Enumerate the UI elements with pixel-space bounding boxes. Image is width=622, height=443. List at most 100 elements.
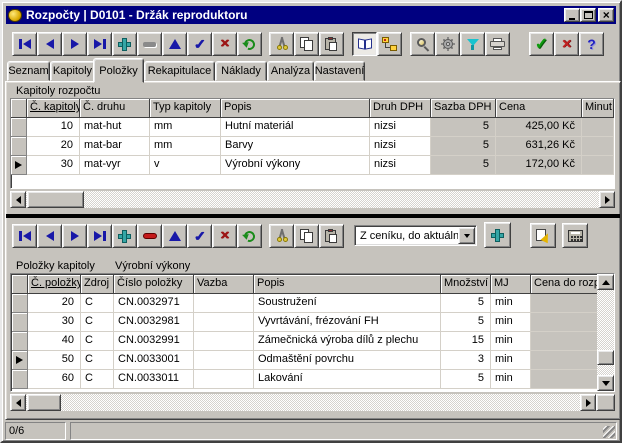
table-row[interactable]: 10 mat-hut mm Hutní materiál nizsi 5 425…: [11, 118, 614, 137]
search-button[interactable]: [410, 32, 435, 56]
cell[interactable]: min: [491, 313, 531, 332]
settings-button[interactable]: [435, 32, 460, 56]
cell[interactable]: 60: [28, 370, 81, 389]
cell[interactable]: 3: [441, 351, 491, 370]
cell[interactable]: 5: [431, 156, 496, 175]
cell[interactable]: Odmaštění povrchu: [254, 351, 441, 370]
cell[interactable]: 40: [28, 332, 81, 351]
cell[interactable]: [531, 351, 598, 370]
cancel-edit-button[interactable]: ×: [212, 32, 237, 56]
polozky-hscrollbar[interactable]: [10, 394, 596, 411]
linked-view-button[interactable]: [377, 32, 402, 56]
cell[interactable]: Vyvrtávání, frézování FH: [254, 313, 441, 332]
cell[interactable]: nizsi: [370, 118, 431, 137]
transfer-mode-select[interactable]: Z ceníku, do aktuáln: [354, 225, 477, 246]
column-header[interactable]: Č. položky: [28, 275, 81, 294]
scroll-thumb[interactable]: [597, 350, 614, 365]
cell[interactable]: [582, 137, 614, 156]
tab-rekapitulace[interactable]: Rekapitulace: [144, 61, 215, 81]
cell[interactable]: min: [491, 332, 531, 351]
column-header[interactable]: Zdroj: [81, 275, 114, 294]
cell[interactable]: min: [491, 351, 531, 370]
maximize-button[interactable]: [580, 8, 596, 22]
column-header[interactable]: Cena: [496, 99, 582, 118]
cell[interactable]: Hutní materiál: [221, 118, 370, 137]
cell[interactable]: [582, 156, 614, 175]
book-view-button[interactable]: [352, 32, 377, 56]
cell[interactable]: 15: [441, 332, 491, 351]
column-header[interactable]: Typ kapitoly: [150, 99, 221, 118]
tab-analyza[interactable]: Analýza: [267, 61, 314, 81]
table-row[interactable]: 20 mat-bar mm Barvy nizsi 5 631,26 Kč: [11, 137, 614, 156]
cell[interactable]: CN.0033001: [114, 351, 194, 370]
post-edit-button[interactable]: ✓: [187, 32, 212, 56]
cell[interactable]: C: [81, 294, 114, 313]
cell[interactable]: mat-hut: [80, 118, 150, 137]
column-header[interactable]: Číslo položky: [114, 275, 194, 294]
cell[interactable]: [531, 370, 598, 389]
scroll-track[interactable]: [10, 191, 615, 208]
cell[interactable]: [194, 313, 254, 332]
cell[interactable]: [531, 332, 598, 351]
cell[interactable]: CN.0032991: [114, 332, 194, 351]
cell[interactable]: Zámečnická výroba dílů z plechu: [254, 332, 441, 351]
cell[interactable]: Lakování: [254, 370, 441, 389]
tab-naklady[interactable]: Náklady: [215, 61, 267, 81]
cell[interactable]: min: [491, 370, 531, 389]
scroll-track[interactable]: [10, 394, 596, 411]
cell[interactable]: 50: [28, 351, 81, 370]
cell[interactable]: nizsi: [370, 156, 431, 175]
cell[interactable]: 631,26 Kč: [496, 137, 582, 156]
tab-seznam[interactable]: Seznam: [7, 61, 50, 81]
cell[interactable]: 5: [441, 294, 491, 313]
table-row[interactable]: 40 C CN.0032991 Zámečnická výroba dílů z…: [12, 332, 598, 351]
dropdown-arrow-button[interactable]: [458, 227, 475, 244]
table-row[interactable]: 60 C CN.0033011 Lakování 5 min: [12, 370, 598, 389]
tab-kapitoly[interactable]: Kapitoly: [50, 61, 95, 81]
filter-button[interactable]: [460, 32, 485, 56]
cell[interactable]: 5: [441, 313, 491, 332]
scroll-up-button[interactable]: [597, 274, 614, 290]
column-header[interactable]: Č. kapitoly: [27, 99, 80, 118]
previous-record-button[interactable]: [37, 32, 62, 56]
polozky-vscrollbar[interactable]: [597, 274, 614, 391]
cell[interactable]: [531, 294, 598, 313]
scroll-down-button[interactable]: [597, 375, 614, 391]
cell[interactable]: 30: [28, 313, 81, 332]
cell[interactable]: mat-vyr: [80, 156, 150, 175]
cell[interactable]: [194, 351, 254, 370]
column-header[interactable]: Druh DPH: [370, 99, 431, 118]
close-button[interactable]: ×: [598, 8, 614, 22]
cell[interactable]: CN.0033011: [114, 370, 194, 389]
cell[interactable]: 10: [27, 118, 80, 137]
confirm-button[interactable]: ✓: [529, 32, 554, 56]
print-button[interactable]: [485, 32, 510, 56]
last-record-button[interactable]: [87, 32, 112, 56]
cell[interactable]: nizsi: [370, 137, 431, 156]
cell[interactable]: mm: [150, 137, 221, 156]
cell[interactable]: C: [81, 313, 114, 332]
cell[interactable]: 20: [27, 137, 80, 156]
cell[interactable]: mat-bar: [80, 137, 150, 156]
cell[interactable]: C: [81, 370, 114, 389]
titlebar[interactable]: Rozpočty | D0101 - Držák reproduktoru ×: [6, 6, 616, 24]
scroll-right-button[interactable]: [599, 191, 615, 208]
panel-splitter[interactable]: [6, 214, 620, 218]
scroll-left-button[interactable]: [10, 191, 26, 208]
column-header[interactable]: Vazba: [194, 275, 254, 294]
cut-button[interactable]: [269, 32, 294, 56]
cell[interactable]: 30: [27, 156, 80, 175]
cell[interactable]: [531, 313, 598, 332]
cell[interactable]: C: [81, 351, 114, 370]
column-header[interactable]: Popis: [254, 275, 441, 294]
scroll-right-button[interactable]: [580, 394, 596, 411]
cell[interactable]: min: [491, 294, 531, 313]
cell[interactable]: Soustružení: [254, 294, 441, 313]
column-header[interactable]: Sazba DPH: [431, 99, 496, 118]
scroll-thumb[interactable]: [27, 394, 61, 411]
insert-record-button[interactable]: [112, 32, 137, 56]
cell[interactable]: v: [150, 156, 221, 175]
column-header[interactable]: Č. druhu: [80, 99, 150, 118]
refresh-button[interactable]: [237, 32, 262, 56]
cell[interactable]: 425,00 Kč: [496, 118, 582, 137]
